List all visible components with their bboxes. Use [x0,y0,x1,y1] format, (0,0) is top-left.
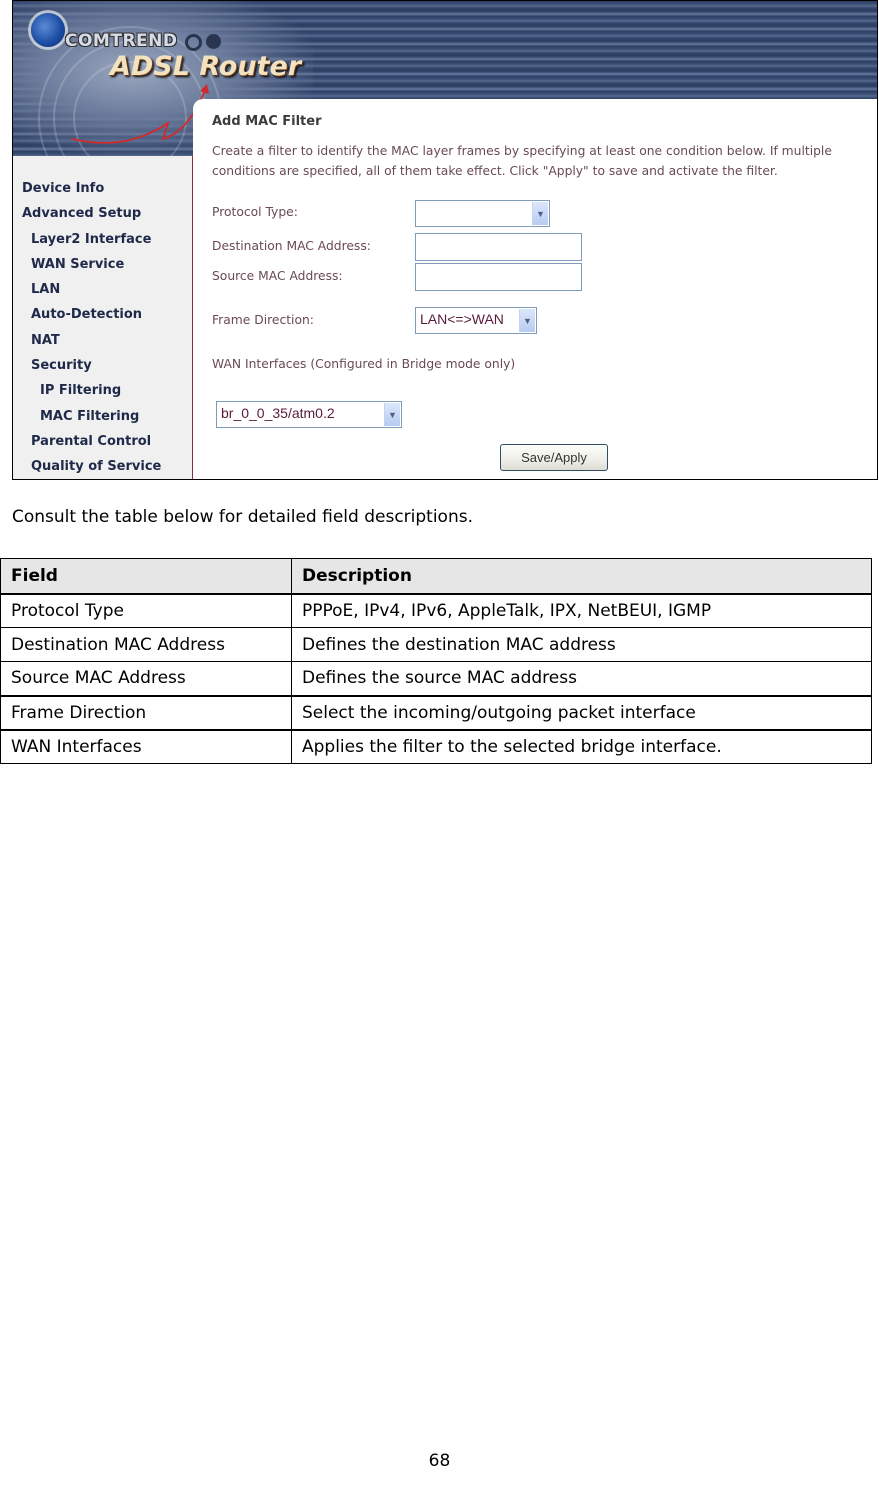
decor-ring-icon [185,34,202,51]
wan-interface-select[interactable]: br_0_0_35/atm0.2 ▼ [216,401,402,428]
content-panel: Add MAC Filter Create a filter to identi… [193,99,877,479]
consult-text: Consult the table below for detailed fie… [12,507,473,527]
row-field: Destination MAC Address [0,627,292,662]
sidebar-item-layer2-interface[interactable]: Layer2 Interface [22,231,161,256]
table-row: Frame Direction Select the incoming/outg… [0,695,872,731]
dest-mac-label: Destination MAC Address: [212,239,371,253]
row-description: Defines the destination MAC address [291,627,872,662]
src-mac-input[interactable] [415,263,582,291]
save-apply-button[interactable]: Save/Apply [500,444,608,471]
frame-direction-select[interactable]: LAN<=>WAN ▼ [415,307,537,334]
table-row: WAN Interfaces Applies the filter to the… [0,729,872,764]
table-row: Destination MAC Address Defines the dest… [0,627,872,662]
sidebar-item-parental-control[interactable]: Parental Control [22,433,161,458]
comtrend-logo-icon [31,13,65,47]
product-title: ADSL Router [110,51,302,82]
router-screenshot: COMTREND ADSL Router Device Info Advance… [12,0,878,480]
sidebar-item-mac-filtering[interactable]: MAC Filtering [22,408,161,433]
wan-interfaces-label: WAN Interfaces (Configured in Bridge mod… [212,357,516,371]
chevron-down-icon[interactable]: ▼ [532,202,548,225]
page-number: 68 [428,1451,451,1471]
protocol-type-select[interactable]: ▼ [415,200,550,227]
wan-interface-value: br_0_0_35/atm0.2 [221,405,335,421]
table-row: Protocol Type PPPoE, IPv4, IPv6, AppleTa… [0,593,872,628]
row-field: Source MAC Address [0,661,292,697]
header-field: Field [0,558,292,595]
table-header-row: Field Description [0,558,872,595]
row-description: Applies the filter to the selected bridg… [291,729,872,764]
src-mac-label: Source MAC Address: [212,269,343,283]
sidebar-item-security[interactable]: Security [22,357,161,382]
sidebar-item-advanced-setup[interactable]: Advanced Setup [22,205,161,230]
intro-text: Create a filter to identify the MAC laye… [212,144,832,178]
frame-direction-label: Frame Direction: [212,313,314,327]
dest-mac-input[interactable] [415,233,582,261]
row-description: PPPoE, IPv4, IPv6, AppleTalk, IPX, NetBE… [291,593,872,628]
header-description: Description [291,558,872,595]
row-description: Select the incoming/outgoing packet inte… [291,695,872,731]
table-row: Source MAC Address Defines the source MA… [0,661,872,697]
sidebar-item-device-info[interactable]: Device Info [22,180,161,205]
row-field: Frame Direction [0,695,292,731]
frame-direction-value: LAN<=>WAN [420,311,504,327]
protocol-type-label: Protocol Type: [212,205,298,219]
sidebar-item-wan-service[interactable]: WAN Service [22,256,161,281]
row-field: WAN Interfaces [0,729,292,764]
sidebar-item-ip-filtering[interactable]: IP Filtering [22,382,161,407]
sidebar: Device Info Advanced Setup Layer2 Interf… [13,156,193,479]
row-field: Protocol Type [0,593,292,628]
field-description-table: Field Description Protocol Type PPPoE, I… [0,558,872,764]
row-description: Defines the source MAC address [291,661,872,697]
brand-name: COMTREND [65,31,178,51]
page-title: Add MAC Filter [212,114,322,129]
sidebar-item-nat[interactable]: NAT [22,332,161,357]
chevron-down-icon[interactable]: ▼ [519,309,535,332]
chevron-down-icon[interactable]: ▼ [384,403,400,426]
sidebar-item-auto-detection[interactable]: Auto-Detection [22,306,161,331]
sidebar-item-lan[interactable]: LAN [22,281,161,306]
decor-dot-icon [206,34,221,49]
sidebar-nav: Device Info Advanced Setup Layer2 Interf… [22,180,161,479]
sidebar-item-quality-of-service[interactable]: Quality of Service [22,458,161,479]
